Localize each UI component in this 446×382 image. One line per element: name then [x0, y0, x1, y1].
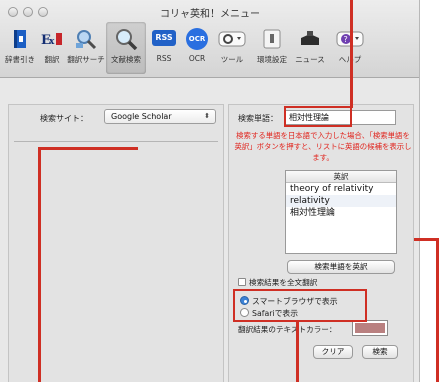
annotation-box-display-mode	[233, 289, 367, 322]
annotation-line-left-h	[38, 147, 138, 150]
text-color-label: 翻訳結果のテキストカラー：	[238, 325, 337, 334]
fulltext-translate-label: 検索結果を全文翻訳	[249, 278, 318, 287]
magnifier-icon	[116, 29, 138, 50]
window-title: コリャ英和！メニュー	[160, 9, 260, 20]
toolbar: 辞書引き E x 翻訳 翻訳サーチ 文献検索 RSS RSS OCR OCR ツ…	[0, 22, 419, 74]
rss-badge-text: RSS	[155, 33, 173, 42]
annotation-line-top	[350, 0, 353, 108]
search-word-label: 検索単語：	[238, 114, 278, 123]
annotation-line-bottom	[296, 321, 299, 382]
text-color-swatch	[355, 323, 385, 333]
preferences-icon	[263, 29, 281, 49]
rss-icon: RSS	[152, 30, 176, 46]
search-site-value: Google Scholar	[111, 112, 172, 121]
ocr-icon: OCR	[186, 28, 208, 50]
svg-text:x: x	[49, 37, 55, 47]
toolbar-ocr-button[interactable]: OCR OCR	[177, 22, 217, 74]
search-button[interactable]: 検索	[362, 345, 398, 359]
fulltext-translate-row[interactable]: 検索結果を全文翻訳	[238, 277, 317, 288]
annotation-line-right	[436, 238, 439, 382]
fulltext-translate-checkbox[interactable]	[238, 278, 246, 286]
divider	[14, 141, 218, 142]
list-item[interactable]: 相対性理論	[286, 207, 396, 219]
annotation-line-right-h	[414, 238, 438, 241]
svg-text:?: ?	[344, 35, 348, 44]
clear-button[interactable]: クリア	[313, 345, 353, 359]
dictionary-icon	[14, 30, 26, 48]
english-results-list[interactable]: 英訳 theory of relativity relativity 相対性理論	[285, 170, 397, 254]
toolbar-preferences-button[interactable]: 環境設定	[252, 22, 292, 74]
search-site-select[interactable]: Google Scholar ⬍	[104, 109, 216, 124]
title-bar: コリャ英和！メニュー 辞書引き E x 翻訳 翻訳サーチ 文献検索 RSS RS…	[0, 0, 419, 78]
news-icon	[301, 31, 319, 45]
toolbar-translation-search-button[interactable]: 翻訳サーチ	[66, 22, 106, 74]
ocr-badge-text: OCR	[188, 35, 206, 43]
tools-icon	[218, 31, 246, 47]
toolbar-literature-search-button[interactable]: 文献検索	[106, 22, 146, 74]
toolbar-news-button[interactable]: ニュース	[290, 22, 330, 74]
translation-search-icon	[76, 30, 97, 50]
annotation-box-search-word	[284, 106, 352, 127]
list-item[interactable]: theory of relativity	[286, 183, 396, 195]
list-item[interactable]: relativity	[286, 195, 396, 207]
annotation-line-left	[38, 149, 41, 382]
hint-text: 検索する単語を日本語で入力した場合、「検索単語を英訳」ボタンを押すと、リストに英…	[234, 131, 412, 162]
text-color-well[interactable]	[352, 320, 388, 336]
search-site-label: 検索サイト：	[40, 114, 88, 123]
translate-word-button[interactable]: 検索単語を英訳	[287, 260, 395, 274]
select-arrows-icon: ⬍	[204, 112, 210, 120]
results-header: 英訳	[286, 171, 396, 183]
translate-icon: E x	[41, 33, 62, 48]
app-window: コリャ英和！メニュー 辞書引き E x 翻訳 翻訳サーチ 文献検索 RSS RS…	[0, 0, 420, 382]
toolbar-tools-button[interactable]: ツール	[212, 22, 252, 74]
